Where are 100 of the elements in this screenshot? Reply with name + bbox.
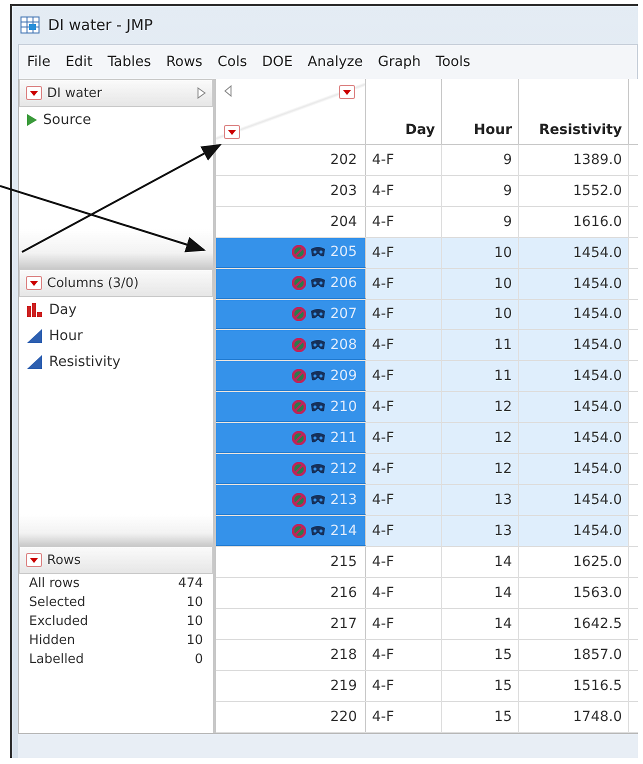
table-cell: 4-F	[366, 238, 442, 268]
menu-item[interactable]: Tables	[108, 54, 152, 70]
table-cell: 4-F	[366, 361, 442, 392]
mask-icon	[310, 462, 326, 475]
table-cell: 4-F	[366, 300, 442, 330]
table-cell: 4-F	[366, 516, 442, 546]
mask-icon	[310, 246, 326, 258]
menu-button[interactable]	[224, 125, 240, 139]
table-cell: 4-F	[366, 392, 442, 422]
table-cell: 4-F	[366, 330, 442, 360]
triangle-icon	[27, 329, 43, 343]
table-cell: 4-F	[366, 423, 442, 454]
no-entry-icon	[292, 492, 306, 507]
mask-icon	[310, 524, 326, 537]
menu-button[interactable]	[26, 553, 42, 567]
row-stat-label: Selected	[29, 595, 86, 610]
table-cell: 10	[442, 300, 519, 330]
table-cell: 12	[442, 423, 519, 454]
table-cell: 11	[442, 361, 519, 392]
table-cell: 1454.0	[519, 423, 629, 454]
row-stat-label: Excluded	[29, 614, 88, 629]
table-cell: 1454.0	[519, 330, 629, 360]
row-stat-label: Hidden	[29, 633, 76, 648]
mask-icon	[310, 494, 326, 506]
menu-item[interactable]: Edit	[65, 54, 93, 70]
triangle-down-icon	[30, 558, 38, 562]
row-stat-value: 10	[186, 595, 203, 610]
no-entry-icon	[292, 462, 306, 476]
table-cell: 1454.0	[519, 361, 629, 392]
no-entry-icon	[292, 276, 306, 290]
window-title: DI water - JMP	[48, 16, 153, 34]
table-cell: 1454.0	[519, 516, 629, 546]
table-cell: 10	[442, 268, 519, 299]
triangle-down-icon	[228, 130, 236, 134]
table-cell: 1454.0	[519, 268, 629, 299]
table-cell: 1454.0	[519, 392, 629, 422]
menu-item[interactable]: Rows	[166, 54, 202, 70]
menu-button[interactable]	[339, 85, 355, 99]
table-cell: 10	[442, 238, 519, 268]
menu-item[interactable]: Tools	[436, 54, 470, 70]
column-header[interactable]: Hour	[442, 79, 519, 144]
triangle-icon	[27, 355, 43, 369]
triangle-down-icon	[343, 90, 351, 94]
no-entry-icon	[292, 245, 306, 260]
table-cell: 4-F	[366, 485, 442, 516]
expand-arrow-icon[interactable]	[197, 87, 206, 99]
script-item[interactable]: Source	[43, 112, 92, 128]
menu-button[interactable]	[26, 276, 42, 290]
column-header[interactable]: Day	[366, 79, 442, 144]
row-stat-label: Labelled	[29, 652, 84, 667]
no-entry-icon	[292, 368, 306, 383]
table-cell: 4-F	[366, 454, 442, 484]
table-cell: 12	[442, 454, 519, 484]
row-stat-label: All rows	[29, 576, 80, 591]
column-item[interactable]: Resistivity	[49, 354, 121, 370]
table-cell: 13	[442, 516, 519, 546]
panel-title: DI water	[47, 86, 104, 100]
row-stat-value: 474	[178, 576, 203, 591]
no-entry-icon	[292, 524, 306, 538]
column-item[interactable]: Hour	[49, 328, 83, 344]
table-cell: 13	[442, 485, 519, 516]
table-icon	[20, 16, 40, 34]
mask-icon	[310, 400, 326, 413]
row-stat-value: 0	[194, 652, 203, 667]
table-cell: 1454.0	[519, 454, 629, 484]
table-cell: 1454.0	[519, 238, 629, 268]
no-entry-icon	[292, 338, 306, 352]
no-entry-icon	[292, 306, 306, 321]
mask-icon	[310, 370, 326, 382]
mask-icon	[310, 432, 326, 444]
panel-header[interactable]: Rows	[19, 546, 213, 574]
table-cell: 1454.0	[519, 485, 629, 516]
panel-header[interactable]: Columns (3/0)	[19, 269, 213, 297]
left-arrow-icon[interactable]	[224, 85, 232, 97]
column-header[interactable]: Resistivity	[519, 79, 629, 144]
mask-icon	[310, 338, 326, 351]
no-entry-icon	[292, 400, 306, 414]
table-cell: 1454.0	[519, 300, 629, 330]
mask-icon	[310, 308, 326, 320]
menu-item[interactable]: File	[27, 54, 50, 70]
menu-item[interactable]: Analyze	[308, 54, 363, 70]
panel-title: Columns (3/0)	[47, 276, 140, 290]
menu-button[interactable]	[26, 86, 42, 100]
table-cell: 11	[442, 330, 519, 360]
menu-item[interactable]: Graph	[378, 54, 421, 70]
row-stat-value: 10	[186, 633, 203, 648]
menu-item[interactable]: Cols	[217, 54, 248, 70]
panel-header[interactable]: DI water	[19, 79, 213, 107]
row-stat-value: 10	[186, 614, 203, 629]
mask-icon	[310, 277, 326, 290]
play-arrow-icon[interactable]	[27, 114, 37, 126]
panel-title: Rows	[47, 552, 82, 568]
triangle-down-icon	[30, 90, 38, 96]
column-item[interactable]: Day	[49, 302, 77, 318]
table-cell: 12	[442, 392, 519, 422]
bar-chart-icon	[27, 303, 43, 317]
no-entry-icon	[292, 430, 306, 445]
table-cell: 4-F	[366, 268, 442, 299]
menu-item[interactable]: DOE	[262, 54, 293, 70]
triangle-down-icon	[30, 280, 38, 286]
